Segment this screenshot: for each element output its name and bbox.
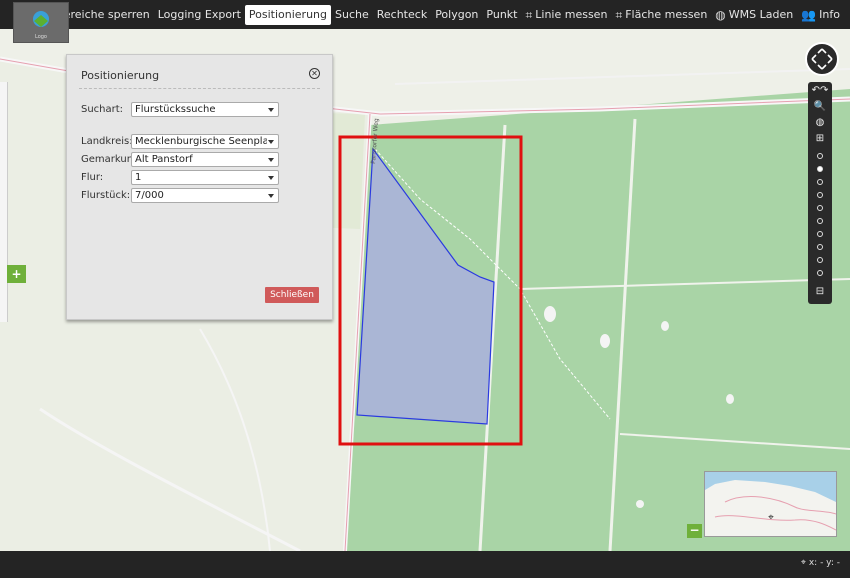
- zoom-level[interactable]: [817, 205, 823, 211]
- positioning-panel: Positionierung ✕ Suchart: Flurstückssuch…: [66, 54, 333, 320]
- chevron-down-icon: [268, 158, 274, 162]
- coordinate-readout: ⌖ x: - y: -: [801, 558, 840, 568]
- menu-flaeche-messen[interactable]: ⌗ Fläche messen: [611, 5, 711, 25]
- gemarkung-value: Alt Panstorf: [135, 154, 193, 165]
- left-sidebar-collapsed: [0, 82, 8, 322]
- zoom-level-selected[interactable]: [817, 166, 823, 172]
- chevron-down-icon: [268, 108, 274, 112]
- overview-map[interactable]: ⌖: [704, 471, 837, 537]
- users-icon: 👥: [801, 7, 817, 22]
- menu-label: Info: [819, 7, 840, 21]
- menu-label: Bereiche sperren: [56, 7, 150, 21]
- menu-label: Rechteck: [376, 7, 428, 21]
- menu-punkt[interactable]: Punkt: [482, 5, 521, 25]
- flur-select[interactable]: 1: [131, 170, 279, 185]
- chevron-down-icon: [268, 140, 274, 144]
- zoom-in-icon[interactable]: ⊞: [808, 133, 832, 145]
- expand-sidebar-button[interactable]: +: [7, 265, 26, 283]
- pan-arrows-icon: [811, 48, 833, 70]
- flurstueck-label: Flurstück:: [81, 190, 131, 201]
- globe-icon: ◍: [715, 7, 726, 22]
- crosshair-icon: ⌖: [800, 558, 806, 568]
- zoom-out-icon[interactable]: ⊟: [808, 286, 832, 298]
- zoom-level[interactable]: [817, 153, 823, 159]
- menu-logging-export[interactable]: Logging Export: [154, 5, 245, 25]
- logo-icon: [33, 11, 49, 27]
- close-button[interactable]: Schließen: [265, 287, 319, 303]
- menu-label: WMS Laden: [728, 7, 794, 21]
- zoom-level[interactable]: [817, 270, 823, 276]
- menu-label: Polygon: [435, 7, 479, 21]
- menu-info[interactable]: 👥 Info: [797, 5, 844, 25]
- flurstueck-value: 7/000: [135, 190, 164, 201]
- zoom-level[interactable]: [817, 231, 823, 237]
- coordinate-text: x: - y: -: [808, 558, 840, 568]
- landkreis-value: Mecklenburgische Seenplatte: [135, 136, 267, 147]
- divider: [79, 88, 320, 89]
- close-icon[interactable]: ✕: [309, 68, 320, 79]
- zoom-level[interactable]: [817, 218, 823, 224]
- zoom-level[interactable]: [817, 192, 823, 198]
- menu-wms-laden[interactable]: ◍ WMS Laden: [711, 5, 797, 25]
- suchart-select[interactable]: Flurstückssuche: [131, 102, 279, 117]
- landkreis-label: Landkreis:: [81, 136, 133, 147]
- chevron-down-icon: [268, 194, 274, 198]
- menu-label: Logging Export: [157, 7, 241, 21]
- crop-icon: ⌗: [525, 7, 533, 22]
- panel-title: Positionierung: [81, 69, 160, 82]
- logo-text: Logo: [35, 34, 47, 40]
- globe-icon[interactable]: ◍: [808, 117, 832, 129]
- menu-suche[interactable]: Suche: [331, 5, 373, 25]
- pan-control[interactable]: [805, 42, 839, 76]
- landkreis-select[interactable]: Mecklenburgische Seenplatte: [131, 134, 279, 149]
- status-bar: ⌖ x: - y: -: [0, 551, 850, 578]
- zoom-search-icon[interactable]: 🔍: [808, 101, 832, 113]
- menu-linie-messen[interactable]: ⌗ Linie messen: [522, 5, 612, 25]
- collapse-overview-button[interactable]: −: [687, 524, 702, 538]
- top-toolbar: Bereiche sperren Logging Export Position…: [0, 0, 850, 29]
- zoom-level[interactable]: [817, 244, 823, 250]
- overview-svg: ⌖: [705, 472, 837, 536]
- undo-redo-icon[interactable]: ↶↷: [808, 85, 832, 97]
- menu-label: Positionierung: [248, 7, 327, 21]
- crop-icon: ⌗: [615, 7, 623, 22]
- main-menu: Bereiche sperren Logging Export Position…: [52, 0, 844, 29]
- menu-label: Suche: [335, 7, 369, 21]
- flurstueck-select[interactable]: 7/000: [131, 188, 279, 203]
- flur-value: 1: [135, 172, 142, 183]
- chevron-down-icon: [268, 176, 274, 180]
- svg-text:⌖: ⌖: [768, 512, 774, 523]
- menu-label: Fläche messen: [625, 7, 708, 21]
- app-logo[interactable]: Logo: [13, 2, 69, 43]
- menu-rechteck[interactable]: Rechteck: [373, 5, 431, 25]
- zoom-level[interactable]: [817, 179, 823, 185]
- flur-label: Flur:: [81, 172, 104, 183]
- suchart-label: Suchart:: [81, 104, 124, 115]
- menu-label: Punkt: [486, 7, 518, 21]
- gemarkung-label: Gemarkung:: [81, 154, 131, 165]
- zoom-level[interactable]: [817, 257, 823, 263]
- suchart-value: Flurstückssuche: [135, 104, 216, 115]
- gemarkung-select[interactable]: Alt Panstorf: [131, 152, 279, 167]
- zoom-bar: ↶↷ 🔍 ◍ ⊞ ⊟: [808, 82, 832, 304]
- menu-positionierung[interactable]: Positionierung: [244, 4, 331, 25]
- menu-polygon[interactable]: Polygon: [431, 5, 482, 25]
- menu-label: Linie messen: [535, 7, 608, 21]
